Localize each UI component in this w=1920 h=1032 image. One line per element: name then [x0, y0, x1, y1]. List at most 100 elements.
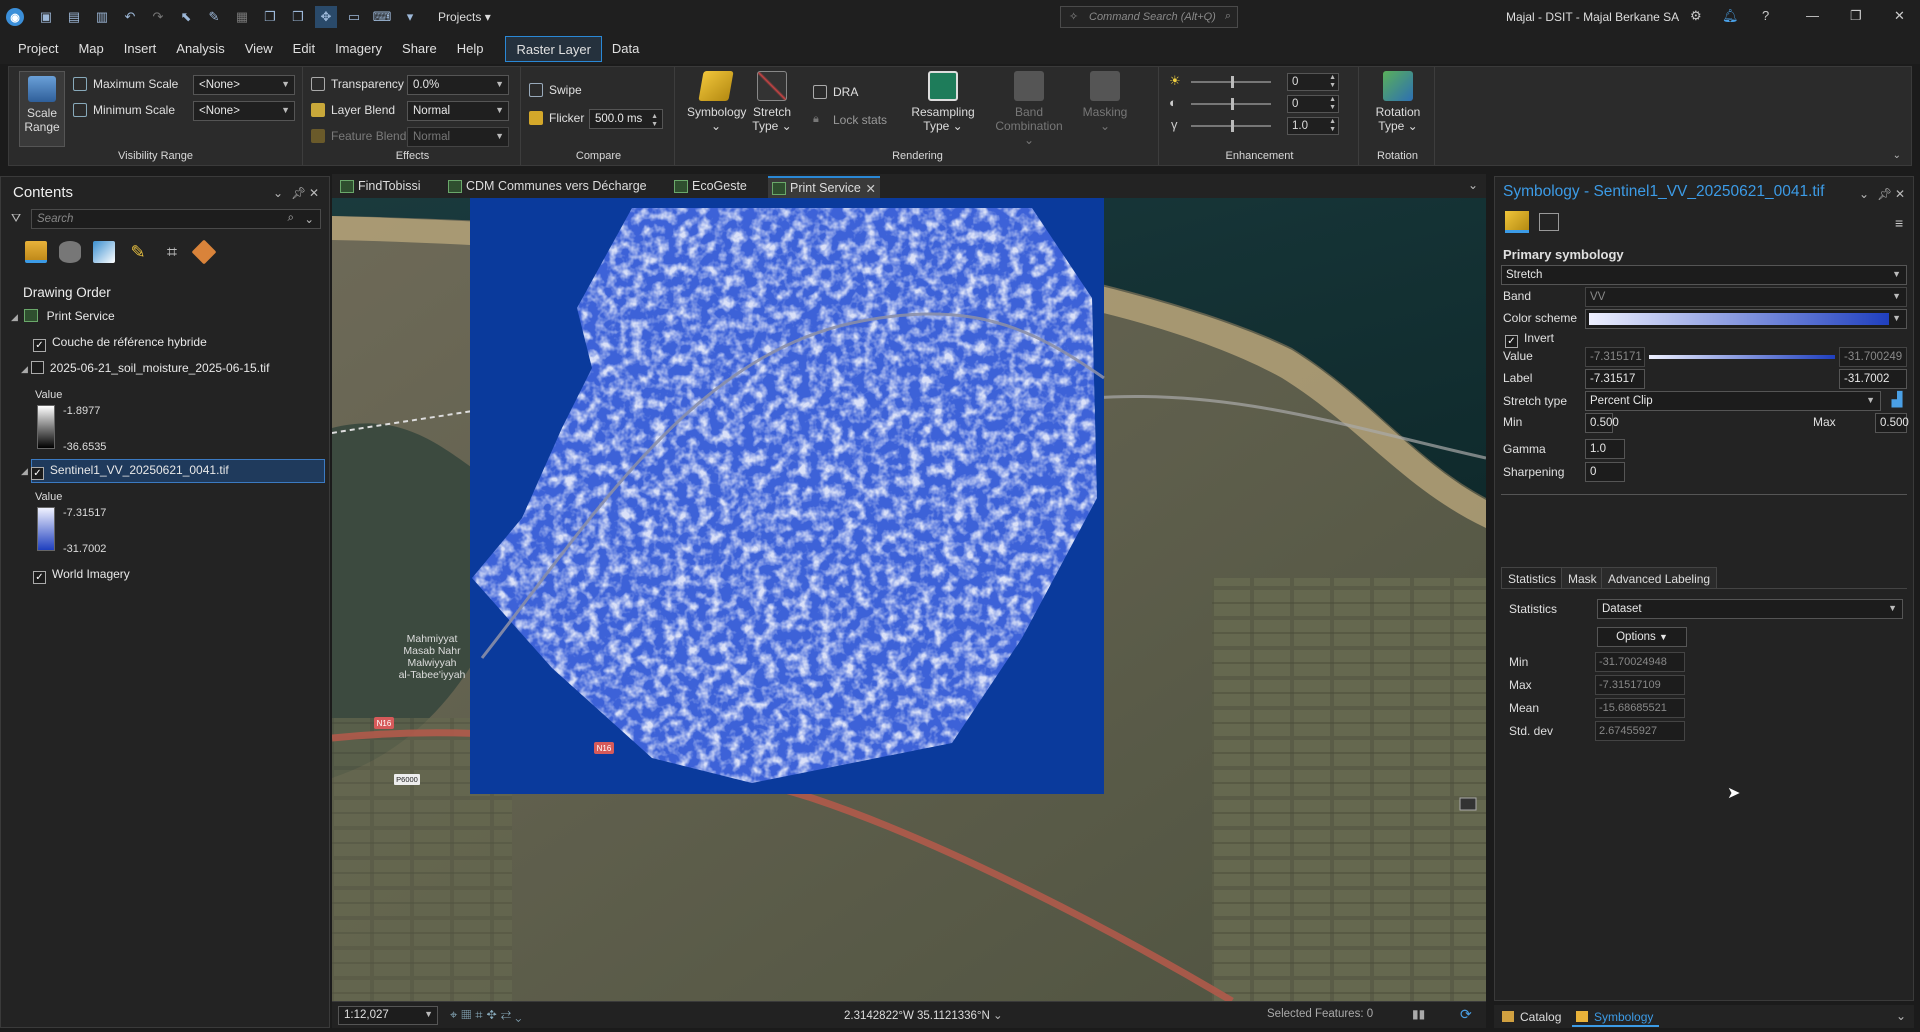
minimize-icon[interactable]: —: [1806, 8, 1819, 23]
brightness-spinner[interactable]: 0 ▲ ▼: [1287, 73, 1339, 91]
pause-drawing-icon[interactable]: ▮▮: [1412, 1007, 1425, 1021]
list-by-labeling-icon[interactable]: [191, 239, 217, 265]
tab-advanced-labeling[interactable]: Advanced Labeling: [1601, 567, 1718, 589]
help-icon[interactable]: ?: [1762, 8, 1769, 23]
slider-thumb[interactable]: [1231, 76, 1234, 88]
customize-quick-access-icon[interactable]: ▾: [399, 6, 421, 28]
histogram-icon[interactable]: ▟: [1887, 391, 1907, 411]
close-tab-icon[interactable]: ✕: [866, 181, 876, 196]
rotation-type-button[interactable]: Rotation Type ⌄: [1367, 71, 1429, 133]
transparency-combo[interactable]: 0.0% ▼: [407, 75, 509, 95]
layer-visibility-checkbox[interactable]: ✓: [30, 467, 44, 480]
collapse-arrow-icon[interactable]: ◢: [21, 364, 28, 374]
minimum-scale-combo[interactable]: <None> ▼: [193, 101, 295, 121]
gamma-spinner[interactable]: 1.0 ▲ ▼: [1287, 117, 1339, 135]
map-scale-combo[interactable]: 1:12,027 ▼: [338, 1006, 438, 1025]
edit-icon[interactable]: ✎: [203, 6, 225, 28]
search-icon[interactable]: ⌕: [288, 212, 294, 225]
labeling-tab-icon[interactable]: [1539, 213, 1559, 231]
measure-icon[interactable]: ▭: [343, 6, 365, 28]
tab-cdm-communes[interactable]: CDM Communes vers Décharge: [444, 176, 664, 198]
layer-blend-combo[interactable]: Normal ▼: [407, 101, 509, 121]
options-button[interactable]: Options ▼: [1597, 627, 1687, 647]
paste-icon[interactable]: ❒: [287, 6, 309, 28]
maximum-scale-combo[interactable]: <None> ▼: [193, 75, 295, 95]
tab-print-service[interactable]: Print Service ✕: [768, 176, 880, 198]
map-view[interactable]: Mahmiyyat Masab Nahr Malwiyyah al-Tabee'…: [332, 198, 1486, 1001]
layer-visibility-checkbox[interactable]: ✓: [33, 339, 46, 352]
gamma-slider[interactable]: [1191, 120, 1271, 132]
projects-dropdown[interactable]: Projects ▾: [438, 10, 491, 24]
tab-view[interactable]: View: [235, 36, 283, 62]
map-tree-item[interactable]: ◢ Print Service: [11, 309, 115, 323]
notifications-icon[interactable]: ⚙: [1690, 8, 1702, 24]
sharpening-field[interactable]: 0: [1585, 462, 1625, 482]
close-icon[interactable]: ✕: [1894, 8, 1905, 24]
map-tools-icons[interactable]: ⌖▦⌗✥⇄⌄: [450, 1007, 525, 1023]
value-max-field[interactable]: -31.700249: [1839, 347, 1907, 367]
tab-project[interactable]: Project: [8, 36, 68, 62]
primary-symbology-dropdown[interactable]: Stretch ▼: [1501, 265, 1907, 285]
collapse-arrow-icon[interactable]: ◢: [11, 312, 18, 322]
close-pane-icon[interactable]: ✕: [1895, 187, 1905, 201]
open-project-icon[interactable]: ▤: [63, 6, 85, 28]
chevron-down-icon[interactable]: ⌄: [993, 1010, 1003, 1022]
label-min-field[interactable]: -7.31517: [1585, 369, 1645, 389]
tab-symbology-bottom[interactable]: Symbology: [1572, 1007, 1660, 1027]
min-percent-field[interactable]: 0.500: [1585, 413, 1619, 433]
flicker-label[interactable]: Flicker: [549, 111, 584, 125]
stretch-type-dropdown[interactable]: Percent Clip ▼: [1585, 391, 1881, 411]
pin-icon[interactable]: 📌︎: [291, 186, 306, 200]
swipe-button[interactable]: Swipe: [549, 83, 582, 97]
tab-ecogeste[interactable]: EcoGeste: [670, 176, 760, 198]
max-percent-field[interactable]: 0.500: [1875, 413, 1909, 433]
list-by-editing-icon[interactable]: ✎: [127, 241, 149, 263]
statistics-dropdown[interactable]: Dataset ▼: [1597, 599, 1903, 619]
slider-thumb[interactable]: [1231, 98, 1234, 110]
filter-icon[interactable]: ⛛: [11, 211, 21, 226]
list-by-data-source-icon[interactable]: [59, 241, 81, 263]
list-by-selection-icon[interactable]: [93, 241, 115, 263]
command-search-input[interactable]: ✧ Command Search (Alt+Q) ⌕: [1060, 6, 1238, 28]
close-pane-icon[interactable]: ✕: [309, 186, 319, 200]
slider-thumb[interactable]: [1231, 120, 1234, 132]
new-project-icon[interactable]: ▣: [35, 6, 57, 28]
contrast-slider[interactable]: [1191, 98, 1271, 110]
restore-icon[interactable]: ❐: [1850, 8, 1862, 24]
tab-imagery[interactable]: Imagery: [325, 36, 392, 62]
contrast-spinner[interactable]: 0 ▲ ▼: [1287, 95, 1339, 113]
tab-help[interactable]: Help: [447, 36, 494, 62]
copy-icon[interactable]: ❐: [259, 6, 281, 28]
primary-symbology-tab-icon[interactable]: [1505, 211, 1529, 233]
lock-stats-toggle[interactable]: Lock stats: [833, 113, 887, 127]
layer-item-reference[interactable]: ✓ Couche de référence hybride: [33, 335, 207, 352]
tab-share[interactable]: Share: [392, 36, 447, 62]
layer-visibility-checkbox[interactable]: ✓: [33, 571, 46, 584]
layer-item-sentinel[interactable]: ◢ ✓ Sentinel1_VV_20250621_0041.tif: [21, 463, 229, 480]
tab-findtobissi[interactable]: FindTobissi: [336, 176, 436, 198]
pane-options-icon[interactable]: ⌄: [1859, 187, 1869, 201]
save-project-icon[interactable]: ▥: [91, 6, 113, 28]
dra-toggle[interactable]: DRA: [833, 85, 858, 99]
arcgis-pro-app-icon[interactable]: ◉: [6, 8, 24, 26]
explore-icon[interactable]: ✥: [315, 6, 337, 28]
tab-statistics[interactable]: Statistics: [1501, 567, 1564, 589]
invert-checkbox-box[interactable]: ✓: [1505, 335, 1518, 348]
feature-blend-combo[interactable]: Normal ▼: [407, 127, 509, 147]
tab-data[interactable]: Data: [602, 36, 649, 62]
stretch-type-button[interactable]: Stretch Type ⌄: [747, 71, 797, 133]
symbology-button[interactable]: Symbology ⌄: [687, 71, 746, 133]
flicker-rate-spinner[interactable]: 500.0 ms ▲ ▼: [589, 109, 663, 129]
chevron-down-icon[interactable]: ⌄: [304, 212, 314, 226]
brightness-slider[interactable]: [1191, 76, 1271, 88]
collapse-ribbon-icon[interactable]: ⌄: [1893, 150, 1901, 161]
bell-icon[interactable]: 🔔︎: [1722, 8, 1739, 24]
pin-icon[interactable]: 📌︎: [1877, 187, 1892, 201]
layer-item-soil-moisture[interactable]: ◢ 2025-06-21_soil_moisture_2025-06-15.tif: [21, 361, 269, 375]
tab-mask[interactable]: Mask: [1561, 567, 1604, 589]
masking-button[interactable]: Masking ⌄: [1075, 71, 1135, 133]
color-scheme-dropdown[interactable]: ▼: [1585, 309, 1907, 329]
layout-icon[interactable]: ▦: [231, 6, 253, 28]
band-dropdown[interactable]: VV ▼: [1585, 287, 1907, 307]
contents-search-input[interactable]: Search ⌕ ⌄: [31, 209, 321, 229]
